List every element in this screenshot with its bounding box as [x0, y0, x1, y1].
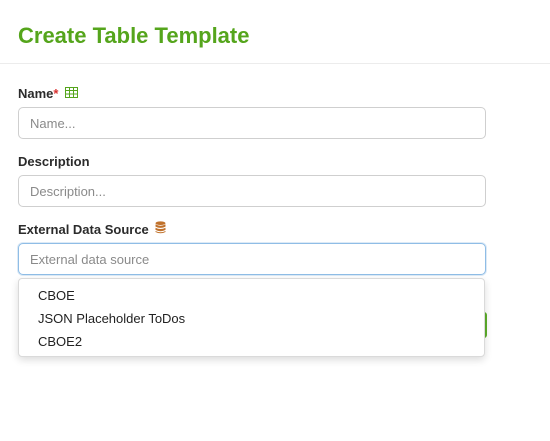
external-data-source-label-row: External Data Source — [18, 221, 166, 239]
description-label: Description — [18, 154, 90, 169]
name-label-row: Name* — [18, 86, 79, 103]
description-input[interactable] — [18, 175, 486, 207]
dropdown-option-cboe2[interactable]: CBOE2 — [19, 330, 484, 353]
database-icon — [155, 221, 166, 238]
external-data-source-label: External Data Source — [18, 222, 149, 237]
name-label: Name — [18, 86, 54, 101]
required-asterisk: * — [53, 86, 59, 101]
name-input[interactable] — [18, 107, 486, 139]
table-icon — [65, 86, 79, 102]
dropdown-option-json-placeholder-todos[interactable]: JSON Placeholder ToDos — [19, 307, 484, 330]
external-data-source-dropdown: CBOE JSON Placeholder ToDos CBOE2 — [18, 278, 485, 357]
dropdown-option-cboe[interactable]: CBOE — [19, 284, 484, 307]
external-data-source-input[interactable] — [18, 243, 486, 275]
header: Create Table Template — [0, 0, 550, 64]
page-title: Create Table Template — [18, 23, 250, 48]
